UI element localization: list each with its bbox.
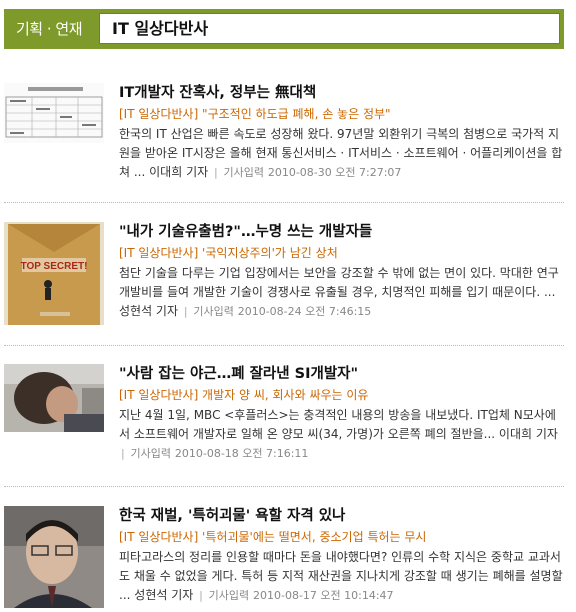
author-name: 이대희 기자: [149, 165, 209, 179]
author-name: 성현석 기자: [134, 588, 194, 602]
meta-separator: |: [213, 166, 218, 179]
top-secret-stamp: TOP SECRET!: [21, 261, 88, 272]
article-subline[interactable]: [IT 일상다반사] '특허괴물'에는 떨면서, 중소기업 특허는 무시: [119, 528, 564, 546]
article-content: "사람 잡는 야근…폐 잘라낸 SI개발자" [IT 일상다반사] 개발자 양 …: [119, 364, 564, 463]
article-divider: [4, 202, 564, 203]
article-subline[interactable]: [IT 일상다반사] '국익지상주의'가 남긴 상처: [119, 244, 564, 262]
article-divider: [4, 486, 564, 487]
meta-separator: |: [121, 447, 125, 460]
date-label: 기사입력: [130, 447, 172, 460]
series-title[interactable]: IT 일상다반사: [112, 14, 208, 44]
article-date: 2010-08-24 오전 7:46:15: [237, 305, 372, 318]
article-content: IT개발자 잔혹사, 정부는 無대책 [IT 일상다반사] "구조적인 하도급 …: [119, 83, 564, 182]
article-date: 2010-08-17 오전 10:14:47: [252, 589, 394, 602]
article-summary: 지난 4월 1일, MBC <후플러스>는 충격적인 내용의 방송을 내보냈다.…: [119, 406, 564, 463]
man-portrait-thumbnail[interactable]: [4, 506, 104, 608]
article-item: TOP SECRET! "내가 기술유출범?"…누명 쓰는 개발자들 [IT 일…: [4, 222, 564, 330]
article-date: 2010-08-18 오전 7:16:11: [174, 447, 309, 460]
article-title[interactable]: 한국 재벌, '특허괴물' 욕할 자격 있나: [119, 506, 564, 528]
author-name: 성현석 기자: [119, 304, 179, 318]
article-summary: 한국의 IT 산업은 빠른 속도로 성장해 왔다. 97년말 외환위기 극복의 …: [119, 125, 564, 182]
summary-text: 지난 4월 1일, MBC <후플러스>는 충격적인 내용의 방송을 내보냈다.…: [119, 408, 558, 441]
article-subline[interactable]: [IT 일상다반사] "구조적인 하도급 폐해, 손 놓은 정부": [119, 105, 564, 123]
article-summary: 피타고라스의 정리를 인용할 때마다 돈을 내야했다면? 인류의 수학 지식은 …: [119, 548, 564, 605]
article-date: 2010-08-30 오전 7:27:07: [267, 166, 402, 179]
person-photo-thumbnail[interactable]: [4, 364, 104, 432]
article-content: "내가 기술유출범?"…누명 쓰는 개발자들 [IT 일상다반사] '국익지상주…: [119, 222, 564, 321]
article-item: IT개발자 잔혹사, 정부는 無대책 [IT 일상다반사] "구조적인 하도급 …: [4, 83, 564, 193]
article-title[interactable]: "사람 잡는 야근…폐 잘라낸 SI개발자": [119, 364, 564, 386]
article-content: 한국 재벌, '특허괴물' 욕할 자격 있나 [IT 일상다반사] '특허괴물'…: [119, 506, 564, 605]
meta-separator: |: [199, 589, 203, 602]
article-title[interactable]: "내가 기술유출범?"…누명 쓰는 개발자들: [119, 222, 564, 244]
article-title[interactable]: IT개발자 잔혹사, 정부는 無대책: [119, 83, 564, 105]
series-header: 기획 · 연재 IT 일상다반사: [4, 9, 564, 49]
article-divider: [4, 345, 564, 346]
date-label: 기사입력: [223, 166, 265, 179]
summary-text: 첨단 기술을 다루는 기업 입장에서는 보안을 강조할 수 밖에 없는 면이 있…: [119, 266, 559, 299]
date-label: 기사입력: [208, 589, 250, 602]
section-label[interactable]: 기획 · 연재: [4, 9, 94, 49]
table-document-thumbnail[interactable]: [4, 83, 104, 143]
article-item: "사람 잡는 야근…폐 잘라낸 SI개발자" [IT 일상다반사] 개발자 양 …: [4, 364, 564, 464]
article-summary: 첨단 기술을 다루는 기업 입장에서는 보안을 강조할 수 밖에 없는 면이 있…: [119, 264, 564, 321]
top-secret-envelope-thumbnail[interactable]: TOP SECRET!: [4, 222, 104, 325]
article-subline[interactable]: [IT 일상다반사] 개발자 양 씨, 회사와 싸우는 이유: [119, 386, 564, 404]
meta-separator: |: [183, 305, 188, 318]
article-item: 한국 재벌, '특허괴물' 욕할 자격 있나 [IT 일상다반사] '특허괴물'…: [4, 506, 564, 612]
series-title-box: IT 일상다반사: [99, 13, 560, 44]
date-label: 기사입력: [193, 305, 234, 318]
